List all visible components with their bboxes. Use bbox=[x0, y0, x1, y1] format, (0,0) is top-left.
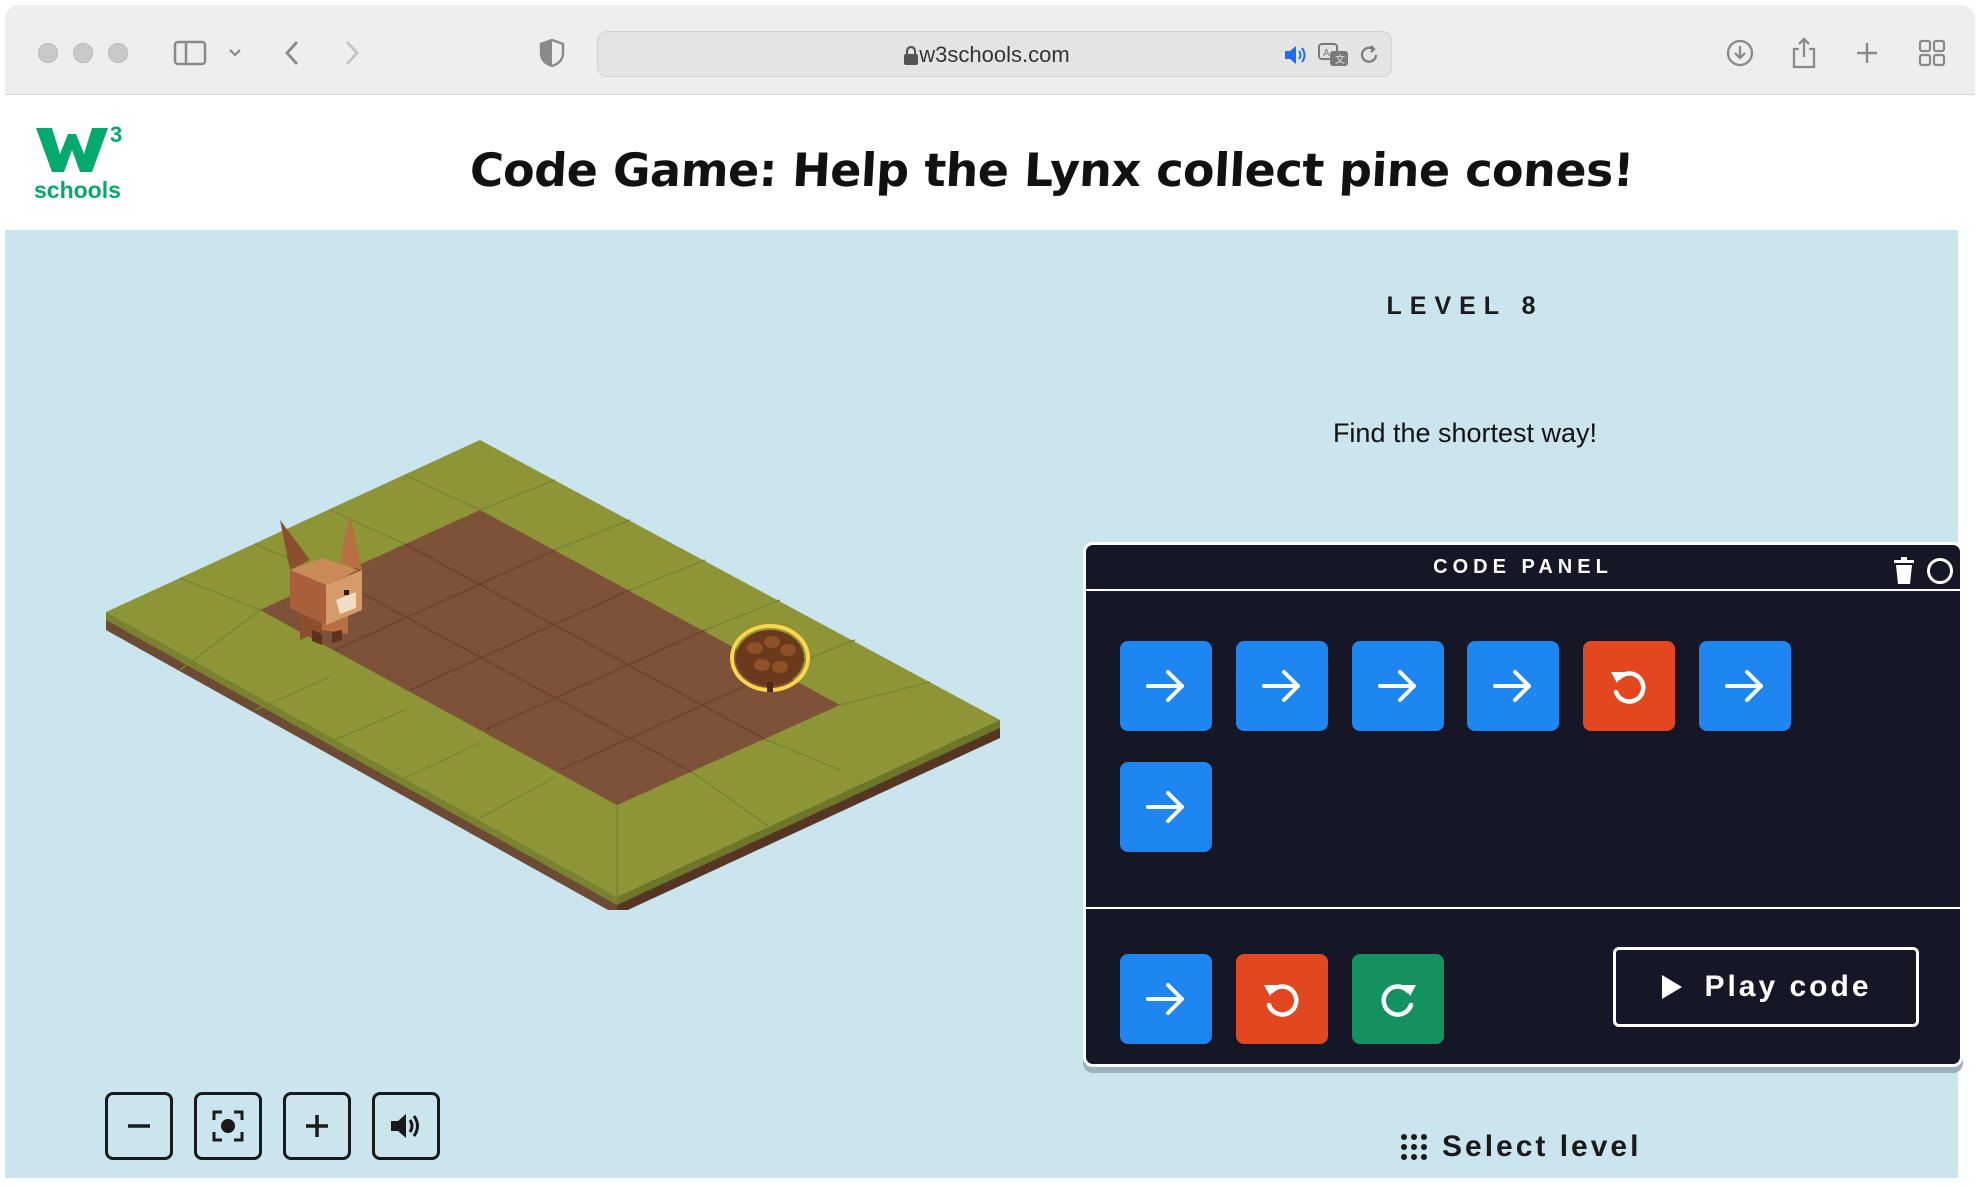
svg-text:3: 3 bbox=[110, 122, 122, 147]
program-forward-block[interactable] bbox=[1467, 641, 1560, 731]
program-forward-block[interactable] bbox=[1699, 641, 1791, 731]
trash-icon[interactable] bbox=[1893, 557, 1915, 585]
sidebar-icon[interactable] bbox=[170, 35, 210, 71]
recenter-button[interactable] bbox=[194, 1092, 262, 1160]
arrow-right-icon bbox=[1376, 666, 1420, 706]
select-level-button[interactable]: Select level bbox=[1400, 1130, 1641, 1164]
rotate-left-icon bbox=[1260, 977, 1304, 1021]
forward-icon[interactable] bbox=[337, 35, 367, 71]
recenter-icon bbox=[212, 1110, 244, 1142]
grid-dots-icon bbox=[1401, 1134, 1427, 1160]
rotate-right-icon bbox=[1376, 977, 1420, 1021]
sound-button[interactable] bbox=[372, 1092, 440, 1160]
zoom-out-icon bbox=[128, 1124, 150, 1128]
share-icon[interactable] bbox=[1787, 35, 1821, 71]
play-code-button[interactable]: Play code bbox=[1613, 947, 1919, 1027]
reset-circle-icon[interactable] bbox=[1927, 558, 1953, 584]
pine-cone bbox=[730, 624, 810, 692]
program-turn-left-block[interactable] bbox=[1583, 641, 1676, 731]
arrow-right-icon bbox=[1144, 666, 1188, 706]
panel-title-divider bbox=[1086, 589, 1960, 591]
page-title: Code Game: Help the Lynx collect pine co… bbox=[468, 143, 1635, 197]
rotate-left-icon bbox=[1607, 664, 1651, 708]
chevron-down-icon[interactable] bbox=[225, 35, 245, 71]
w3-logo-mark: 3 bbox=[36, 122, 122, 172]
translate-icon[interactable]: A文 bbox=[1318, 42, 1350, 68]
play-code-label: Play code bbox=[1704, 970, 1872, 1003]
palette-turn-left-block[interactable] bbox=[1235, 954, 1328, 1044]
new-tab-icon[interactable] bbox=[1850, 35, 1884, 71]
zoom-out-button[interactable] bbox=[105, 1092, 173, 1160]
game-area: LEVEL 8 Find the shortest way! CODE PANE… bbox=[5, 230, 1963, 1178]
level-indicator: LEVEL 8 bbox=[1386, 292, 1544, 320]
select-level-label: Select level bbox=[1442, 1130, 1642, 1163]
browser-window: w3schools.com A文 3 schools Code Game: He… bbox=[0, 0, 1980, 1188]
speaker-icon[interactable] bbox=[1283, 43, 1309, 67]
zoom-in-icon bbox=[306, 1115, 328, 1137]
program-forward-block[interactable] bbox=[1120, 641, 1212, 731]
download-icon[interactable] bbox=[1723, 35, 1757, 71]
arrow-right-icon bbox=[1144, 979, 1188, 1019]
url-text: w3schools.com bbox=[919, 42, 1070, 67]
arrow-right-icon bbox=[1144, 787, 1188, 827]
arrow-right-icon bbox=[1723, 666, 1767, 706]
sound-icon bbox=[391, 1114, 419, 1138]
minimize-window-button[interactable] bbox=[73, 43, 93, 63]
logo-text: schools bbox=[34, 177, 121, 203]
program-forward-block[interactable] bbox=[1235, 641, 1328, 731]
svg-text:文: 文 bbox=[1335, 53, 1345, 66]
tab-overview-icon[interactable] bbox=[1915, 35, 1949, 71]
palette-forward-block[interactable] bbox=[1120, 954, 1212, 1044]
browser-toolbar: w3schools.com A文 bbox=[5, 5, 1975, 95]
arrow-right-icon bbox=[1260, 666, 1304, 706]
level-hint: Find the shortest way! bbox=[1332, 418, 1598, 448]
code-panel-title: CODE PANEL bbox=[1433, 556, 1613, 578]
close-window-button[interactable] bbox=[38, 43, 58, 63]
program-forward-block[interactable] bbox=[1120, 762, 1212, 852]
address-bar[interactable]: w3schools.com A文 bbox=[597, 31, 1392, 77]
panel-palette-divider bbox=[1086, 907, 1960, 909]
program-forward-block[interactable] bbox=[1351, 641, 1444, 731]
w3schools-logo[interactable]: 3 schools bbox=[32, 120, 132, 210]
palette-turn-right-block[interactable] bbox=[1351, 954, 1444, 1044]
svg-text:A: A bbox=[1323, 48, 1330, 59]
page-header: 3 schools Code Game: Help the Lynx colle… bbox=[5, 95, 1958, 230]
arrow-right-icon bbox=[1491, 666, 1535, 706]
shield-icon[interactable] bbox=[535, 35, 569, 71]
code-panel: CODE PANEL Play code bbox=[1083, 542, 1963, 1067]
game-board bbox=[106, 440, 1000, 910]
zoom-in-button[interactable] bbox=[283, 1092, 351, 1160]
zoom-window-button[interactable] bbox=[108, 43, 128, 63]
reload-icon[interactable] bbox=[1358, 44, 1380, 66]
back-icon[interactable] bbox=[277, 35, 307, 71]
play-icon bbox=[1662, 975, 1683, 999]
